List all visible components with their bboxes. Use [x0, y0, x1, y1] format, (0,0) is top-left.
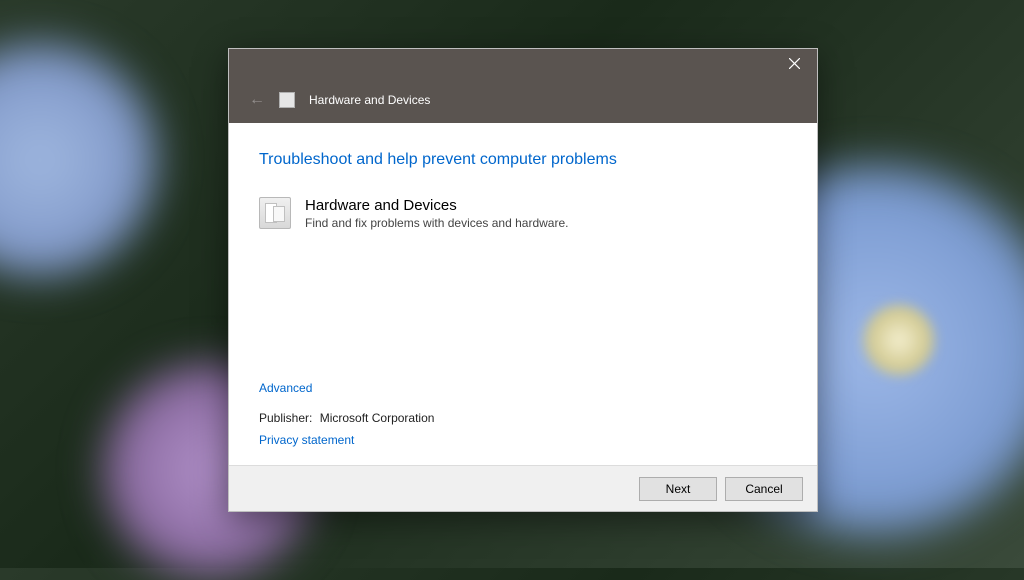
dialog-footer: Next Cancel [229, 465, 817, 511]
publisher-value: Microsoft Corporation [320, 411, 435, 425]
close-button[interactable] [775, 51, 813, 75]
back-arrow-icon: ← [249, 91, 265, 109]
publisher-info: Publisher: Microsoft Corporation [259, 411, 787, 425]
item-description: Find and fix problems with devices and h… [305, 216, 568, 230]
hardware-icon [259, 197, 291, 229]
next-button[interactable]: Next [639, 477, 717, 501]
dialog-content: Troubleshoot and help prevent computer p… [229, 123, 817, 465]
advanced-link[interactable]: Advanced [259, 381, 312, 395]
item-text: Hardware and Devices Find and fix proble… [305, 197, 568, 230]
dialog-header: ← Hardware and Devices [229, 77, 817, 123]
troubleshooter-dialog: ← Hardware and Devices Troubleshoot and … [228, 48, 818, 512]
privacy-statement-link[interactable]: Privacy statement [259, 433, 354, 447]
troubleshooter-icon [279, 92, 295, 108]
cancel-button[interactable]: Cancel [725, 477, 803, 501]
close-icon [789, 58, 800, 69]
page-heading: Troubleshoot and help prevent computer p… [259, 151, 787, 169]
troubleshooter-item: Hardware and Devices Find and fix proble… [259, 197, 787, 230]
item-title: Hardware and Devices [305, 197, 568, 214]
titlebar [229, 49, 817, 77]
publisher-label: Publisher: [259, 411, 312, 425]
dialog-title: Hardware and Devices [309, 93, 430, 107]
